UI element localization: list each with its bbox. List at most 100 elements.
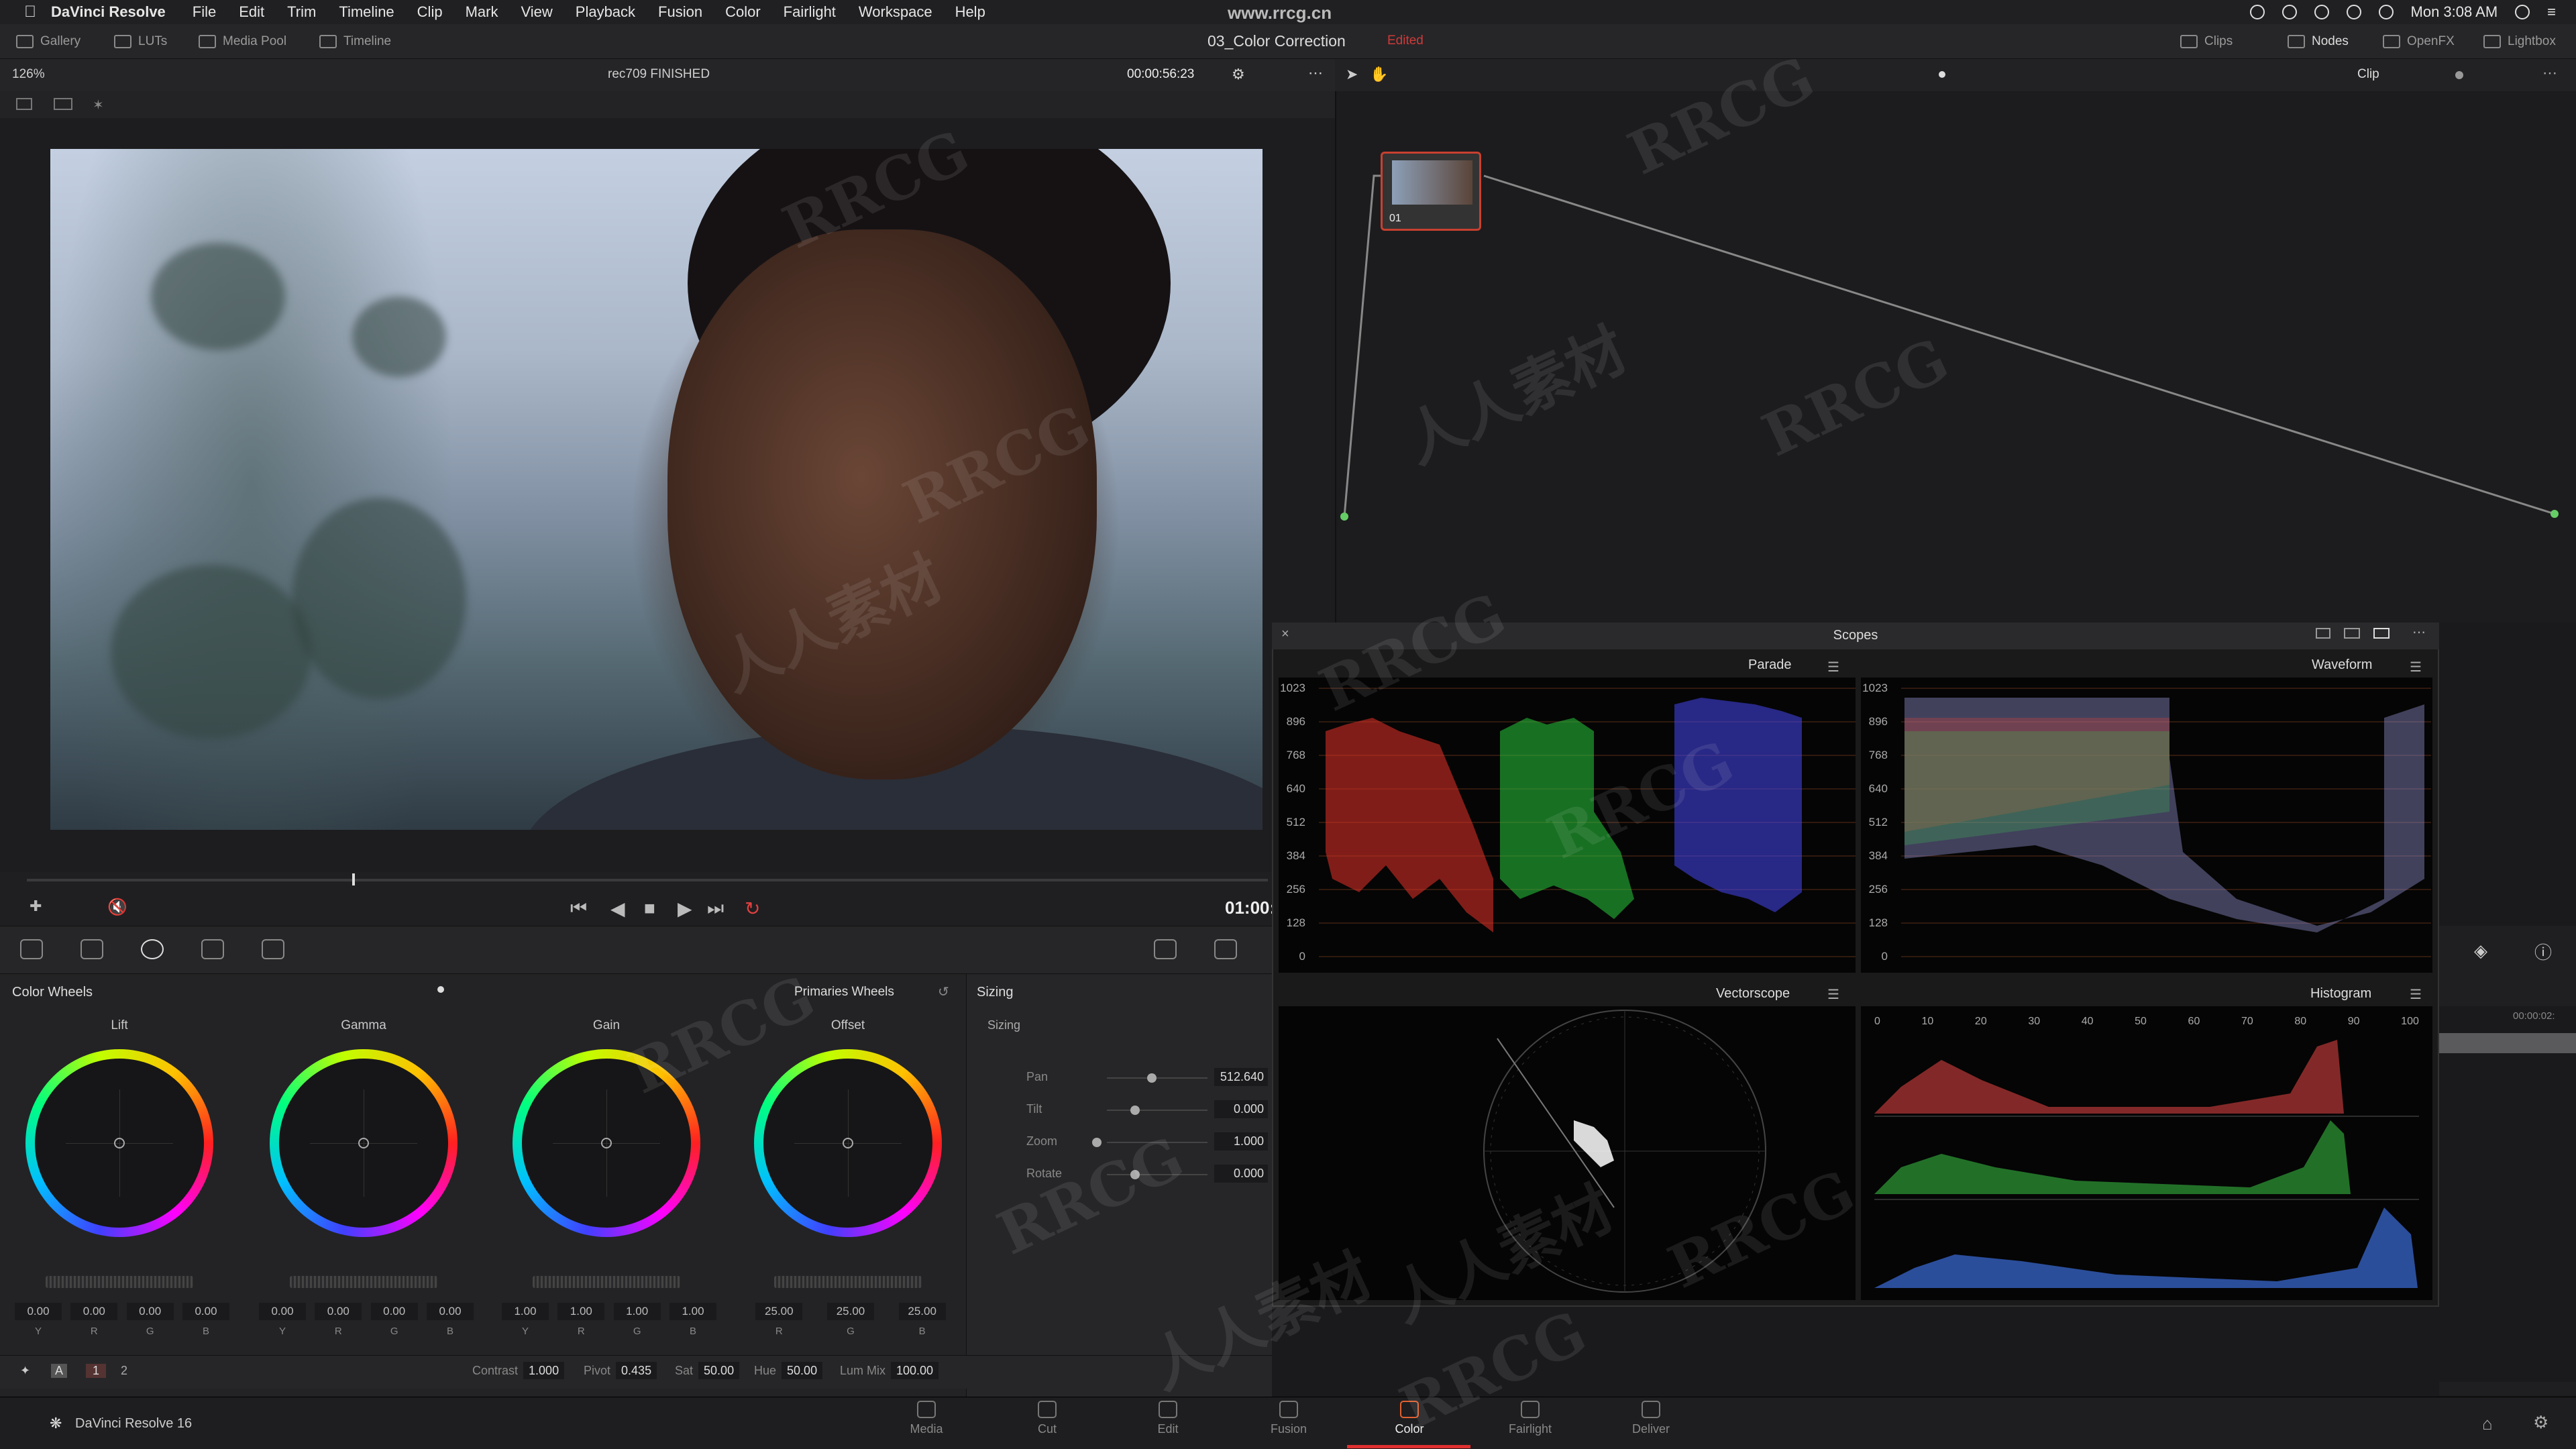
menu-view[interactable]: View xyxy=(521,3,552,21)
lum-mix-control[interactable]: Lum Mix 100.00 xyxy=(840,1362,939,1379)
menu-trim[interactable]: Trim xyxy=(287,3,316,21)
hue-control[interactable]: Hue 50.00 xyxy=(754,1362,823,1379)
color-wheels-icon[interactable] xyxy=(141,939,164,959)
page-deliver[interactable]: Deliver xyxy=(1607,1401,1695,1436)
menu-color[interactable]: Color xyxy=(725,3,761,21)
vectorscope-select[interactable]: Vectorscope xyxy=(1716,986,1790,1002)
offset-master-wheel[interactable] xyxy=(774,1276,922,1288)
sat-control[interactable]: Sat 50.00 xyxy=(675,1362,740,1379)
page-1-button[interactable]: 1 xyxy=(86,1364,107,1378)
color-match-icon[interactable] xyxy=(80,939,103,959)
tilt-row[interactable]: Tilt 0.000 xyxy=(1013,1100,1268,1120)
menu-playback[interactable]: Playback xyxy=(576,3,635,21)
volume-icon[interactable] xyxy=(2346,5,2361,19)
rotate-row[interactable]: Rotate 0.000 xyxy=(1013,1165,1268,1185)
cloud-icon[interactable] xyxy=(2249,5,2265,19)
menu-fairlight[interactable]: Fairlight xyxy=(784,3,836,21)
stop-icon[interactable]: ■ xyxy=(644,898,655,919)
offset-b[interactable]: 25.00 xyxy=(898,1303,946,1320)
gain-color-wheel[interactable] xyxy=(513,1049,700,1237)
rotate-value[interactable]: 0.000 xyxy=(1214,1165,1268,1183)
pan-slider[interactable] xyxy=(1147,1073,1157,1083)
gamma-master-wheel[interactable] xyxy=(290,1276,437,1288)
mini-timeline[interactable]: 00:00:02: xyxy=(2439,1006,2576,1382)
wifi-icon[interactable] xyxy=(2314,5,2329,19)
status-icon[interactable] xyxy=(2282,5,2297,19)
spotlight-icon[interactable] xyxy=(2515,5,2530,19)
tilt-value[interactable]: 0.000 xyxy=(1214,1100,1268,1118)
info-icon[interactable]: ⓘ xyxy=(2534,939,2552,964)
go-to-start-icon[interactable]: ⏮ xyxy=(570,898,587,920)
menu-edit[interactable]: Edit xyxy=(239,3,264,21)
offset-color-wheel[interactable] xyxy=(754,1049,942,1237)
menu-clip[interactable]: Clip xyxy=(417,3,443,21)
histogram-select[interactable]: Histogram xyxy=(2310,986,2371,1002)
waveform-select[interactable]: Waveform xyxy=(2312,657,2372,673)
node-mode-select[interactable]: Clip xyxy=(2357,67,2379,82)
gallery-button[interactable]: Gallery xyxy=(16,24,80,59)
auto-balance-icon[interactable]: A xyxy=(51,1364,68,1378)
gamma-b[interactable]: 0.00 xyxy=(426,1303,474,1320)
pan-value[interactable]: 512.640 xyxy=(1214,1068,1268,1086)
node-options-icon[interactable]: ⋯ xyxy=(2542,64,2557,82)
page-cut[interactable]: Cut xyxy=(1004,1401,1091,1436)
lightbox-button[interactable]: Lightbox xyxy=(2483,24,2556,59)
gain-y[interactable]: 1.00 xyxy=(502,1303,549,1320)
pivot-control[interactable]: Pivot 0.435 xyxy=(584,1362,657,1379)
lift-handle[interactable] xyxy=(114,1138,125,1148)
rotate-slider[interactable] xyxy=(1130,1170,1140,1179)
reset-all-icon[interactable]: ↺ xyxy=(938,983,949,1000)
lift-b[interactable]: 0.00 xyxy=(182,1303,229,1320)
zoom-slider[interactable] xyxy=(1092,1138,1102,1147)
apple-icon[interactable]:  xyxy=(24,3,51,21)
zoom-value[interactable]: 1.000 xyxy=(1214,1132,1268,1150)
gain-g[interactable]: 1.00 xyxy=(613,1303,661,1320)
tilt-slider[interactable] xyxy=(1130,1106,1140,1115)
hand-tool-icon[interactable]: ✋ xyxy=(1370,66,1388,83)
node-01[interactable]: 01 xyxy=(1381,152,1481,231)
gamma-y[interactable]: 0.00 xyxy=(259,1303,306,1320)
parade-select[interactable]: Parade xyxy=(1748,657,1792,673)
viewer-options-icon[interactable]: ⚙ xyxy=(1232,66,1245,83)
playhead[interactable] xyxy=(352,873,355,885)
media-pool-button[interactable]: Media Pool xyxy=(199,24,286,59)
gain-b[interactable]: 1.00 xyxy=(669,1303,716,1320)
openfx-button[interactable]: OpenFX xyxy=(2383,24,2455,59)
picker-icon[interactable]: ✦ xyxy=(20,1364,30,1378)
timeline-select[interactable]: rec709 FINISHED xyxy=(608,67,710,82)
qualifier-icon[interactable] xyxy=(1214,939,1237,959)
lift-y[interactable]: 0.00 xyxy=(15,1303,62,1320)
keyframe-icon[interactable]: ◈ xyxy=(2474,941,2487,961)
gamma-color-wheel[interactable] xyxy=(270,1049,458,1237)
menu-mark[interactable]: Mark xyxy=(466,3,498,21)
histogram-settings-icon[interactable]: ☰ xyxy=(2410,986,2422,1003)
clips-button[interactable]: Clips xyxy=(2180,24,2233,59)
sat-value[interactable]: 50.00 xyxy=(698,1362,740,1379)
menubar-clock[interactable]: Mon 3:08 AM xyxy=(2411,3,2498,21)
offset-r[interactable]: 25.00 xyxy=(755,1303,803,1320)
scopes-titlebar[interactable]: Scopes × ⋯ xyxy=(1272,623,2439,649)
hue-value[interactable]: 50.00 xyxy=(782,1362,823,1379)
page-fusion[interactable]: Fusion xyxy=(1245,1401,1332,1436)
page-dot[interactable] xyxy=(1939,71,1945,78)
pivot-value[interactable]: 0.435 xyxy=(616,1362,657,1379)
pan-row[interactable]: Pan 512.640 xyxy=(1013,1068,1268,1088)
loop-icon[interactable]: ↻ xyxy=(745,898,760,920)
menu-help[interactable]: Help xyxy=(955,3,985,21)
parade-settings-icon[interactable]: ☰ xyxy=(1827,659,1839,676)
scopes-options-icon[interactable]: ⋯ xyxy=(2412,624,2426,641)
app-menu[interactable]: DaVinci Resolve xyxy=(51,3,166,21)
contrast-control[interactable]: Contrast 1.000 xyxy=(472,1362,565,1379)
home-icon[interactable]: ⌂ xyxy=(2482,1413,2493,1434)
menu-file[interactable]: File xyxy=(193,3,216,21)
lift-color-wheel[interactable] xyxy=(25,1049,213,1237)
single-view-icon[interactable] xyxy=(16,98,32,110)
tools-icon[interactable]: ✚ xyxy=(30,898,42,915)
zoom-row[interactable]: Zoom 1.000 xyxy=(1013,1132,1268,1152)
pointer-tool-icon[interactable]: ➤ xyxy=(1346,66,1358,83)
motion-effects-icon[interactable] xyxy=(262,939,284,959)
gain-wheel[interactable]: Gain 1.00 1.00 1.00 1.00 Y R G B xyxy=(492,1013,720,1342)
mute-icon[interactable]: 🔇 xyxy=(107,898,127,917)
lift-r[interactable]: 0.00 xyxy=(70,1303,118,1320)
menu-timeline[interactable]: Timeline xyxy=(339,3,394,21)
